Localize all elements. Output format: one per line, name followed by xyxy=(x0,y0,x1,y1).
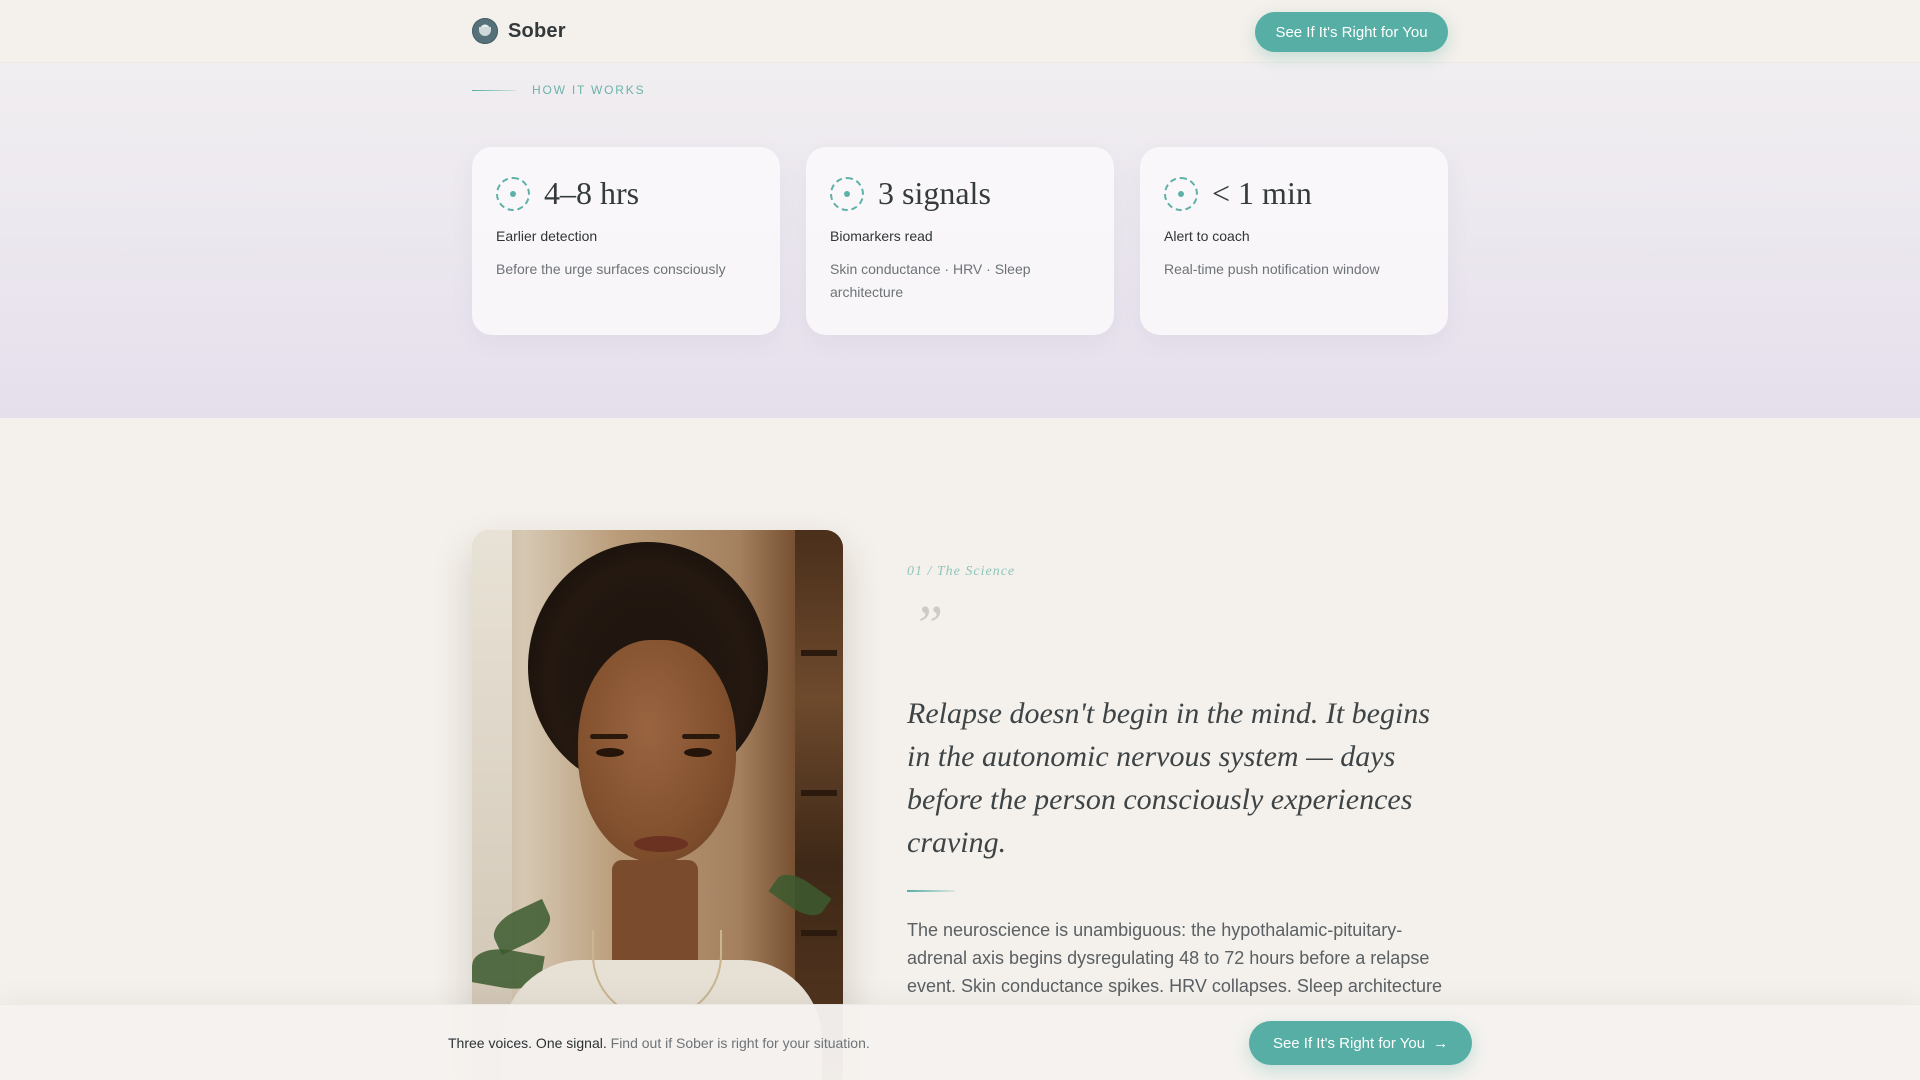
stat-card: 3 signals Biomarkers read Skin conductan… xyxy=(806,147,1114,335)
science-body-text: The neuroscience is unambiguous: the hyp… xyxy=(907,920,1442,996)
stat-description: Before the urge surfaces consciously xyxy=(496,261,726,277)
target-circle-icon xyxy=(496,176,530,211)
section-kicker: 01 / The Science xyxy=(907,564,1016,579)
stat-card: < 1 min Alert to coach Real-time push no… xyxy=(1140,147,1448,335)
eyebrow-label: HOW IT WORKS xyxy=(532,83,646,97)
eyebrow-line xyxy=(472,89,516,91)
pull-quote: Relapse doesn't begin in the mind. It be… xyxy=(907,697,1430,859)
arrow-right-icon: → xyxy=(1433,1034,1449,1052)
target-circle-icon xyxy=(830,176,864,211)
stat-value: 4–8 hrs xyxy=(544,175,640,211)
sticky-bar-text: Three voices. One signal. Find out if So… xyxy=(448,1035,870,1051)
quote-divider xyxy=(907,890,955,892)
sticky-bar-subtext: Find out if Sober is right for your situ… xyxy=(606,1035,870,1051)
how-it-works-section: HOW IT WORKS 4–8 hrs Earlier detection B… xyxy=(0,63,1920,418)
header-cta-button[interactable]: See If It's Right for You xyxy=(1255,12,1448,52)
woman-portrait-image xyxy=(472,530,843,1080)
lotus-logo-icon xyxy=(472,18,498,44)
stat-card: 4–8 hrs Earlier detection Before the urg… xyxy=(472,147,780,335)
sticky-cta-label: See If It's Right for You xyxy=(1272,1034,1426,1052)
brand-name: Sober xyxy=(508,19,566,42)
stat-value: 3 signals xyxy=(878,175,991,211)
stat-label: Alert to coach xyxy=(1164,228,1250,244)
stat-label: Earlier detection xyxy=(496,228,598,244)
stat-label: Biomarkers read xyxy=(830,228,933,244)
site-header: Sober See If It's Right for You xyxy=(0,0,1920,63)
sticky-cta-button[interactable]: See If It's Right for You → xyxy=(1249,1021,1472,1065)
sticky-bar-headline: Three voices. One signal. xyxy=(448,1035,607,1051)
section-eyebrow: HOW IT WORKS xyxy=(472,83,645,97)
sticky-cta-bar: Three voices. One signal. Find out if So… xyxy=(0,1004,1920,1080)
stat-description: Skin conductance · HRV · Sleep architect… xyxy=(830,261,1031,300)
brand[interactable]: Sober xyxy=(472,18,566,44)
stat-value: < 1 min xyxy=(1212,175,1312,211)
target-circle-icon xyxy=(1164,176,1198,211)
quote-mark-icon: ” xyxy=(912,595,944,657)
stat-description: Real-time push notification window xyxy=(1164,261,1380,277)
